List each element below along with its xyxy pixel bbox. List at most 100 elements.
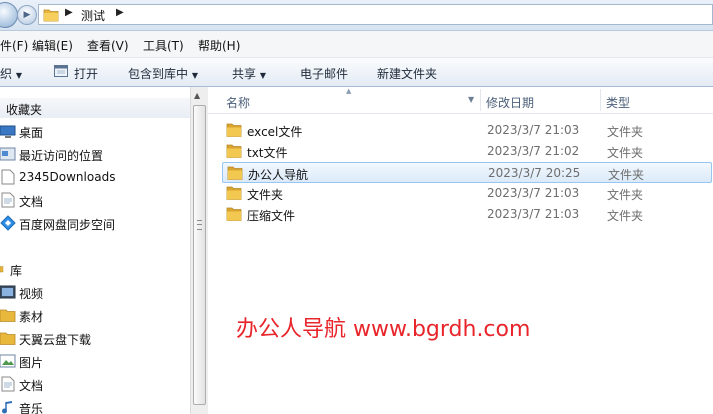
- document-icon: [1, 376, 15, 392]
- favorites-header[interactable]: 收藏夹: [0, 98, 190, 118]
- table-row[interactable]: 压缩文件 2023/3/7 21:03 文件夹: [222, 204, 712, 225]
- file-date: 2023/3/7 21:03: [487, 123, 580, 137]
- address-field[interactable]: ▶ 测试 ▶: [38, 4, 713, 25]
- menu-view[interactable]: 查看(V): [87, 37, 129, 54]
- chevron-right-icon[interactable]: ▶: [65, 7, 73, 18]
- nav-item-label: 视频: [19, 287, 44, 301]
- libraries-label: 库: [10, 264, 23, 278]
- column-header-row: ▲ 名称 ▼ 修改日期 类型: [208, 87, 713, 114]
- table-row[interactable]: txt文件 2023/3/7 21:02 文件夹: [222, 141, 712, 162]
- table-row[interactable]: 办公人导航 2023/3/7 20:25 文件夹: [222, 162, 712, 183]
- grip-icon: [197, 220, 202, 230]
- chevron-down-icon: ▼: [191, 71, 198, 80]
- file-date: 2023/3/7 21:03: [487, 186, 580, 200]
- file-date: 2023/3/7 21:02: [487, 144, 580, 158]
- watermark-text: 办公人导航 www.bgrdh.com: [236, 317, 531, 342]
- menu-bar: 件(F) 编辑(E) 查看(V) 工具(T) 帮助(H): [0, 31, 713, 58]
- file-name: 压缩文件: [247, 209, 296, 223]
- include-in-library-button[interactable]: 包含到库中 ▼: [128, 65, 198, 82]
- nav-scrollbar[interactable]: ▲: [190, 87, 208, 414]
- file-type: 文件夹: [607, 146, 644, 160]
- email-button[interactable]: 电子邮件: [300, 65, 348, 82]
- folder-icon: [226, 186, 242, 200]
- recent-places-icon: [0, 147, 16, 161]
- nav-item-label: 音乐: [19, 402, 44, 414]
- nav-item-desktop[interactable]: 桌面: [0, 121, 190, 141]
- chevron-down-icon: ▼: [15, 71, 22, 80]
- organize-label: 织: [0, 67, 13, 81]
- file-date: 2023/3/7 21:03: [487, 207, 580, 221]
- share-label: 共享: [232, 67, 257, 81]
- folder-icon: [226, 144, 242, 158]
- folder-icon: [226, 207, 242, 221]
- table-row[interactable]: excel文件 2023/3/7 21:03 文件夹: [222, 120, 712, 141]
- nav-item-label: 文档: [19, 195, 44, 209]
- column-header-date[interactable]: 修改日期: [486, 94, 534, 111]
- video-icon: [0, 285, 16, 299]
- share-button[interactable]: 共享 ▼: [232, 65, 266, 82]
- file-list: ▲ 名称 ▼ 修改日期 类型 excel文件 2023/3/7 21:03 文件…: [208, 87, 713, 414]
- nav-item-label: 素材: [19, 310, 44, 324]
- folder-icon: [0, 332, 16, 345]
- breadcrumb[interactable]: 测试: [81, 7, 105, 24]
- desktop-icon: [0, 125, 16, 138]
- back-button[interactable]: [0, 2, 18, 28]
- file-name: 文件夹: [247, 188, 284, 202]
- nav-item-pictures[interactable]: 图片: [0, 351, 190, 371]
- column-header-type[interactable]: 类型: [606, 94, 630, 111]
- column-header-name[interactable]: 名称: [226, 94, 250, 111]
- sort-arrow-icon: ▲: [346, 87, 352, 95]
- open-button[interactable]: 打开: [74, 65, 98, 82]
- column-divider[interactable]: [600, 89, 601, 111]
- chevron-right-icon[interactable]: ▶: [116, 7, 124, 18]
- nav-item-label: 文档: [19, 379, 44, 393]
- nav-item-materials[interactable]: 素材: [0, 305, 190, 325]
- nav-item-label: 2345Downloads: [19, 170, 116, 184]
- nav-item-label: 图片: [19, 356, 44, 370]
- open-icon: [54, 65, 68, 77]
- scroll-up-arrow-icon[interactable]: ▲: [194, 91, 200, 100]
- nav-item-videos[interactable]: 视频: [0, 282, 190, 302]
- nav-item-tianyi-downloads[interactable]: 天翼云盘下载: [0, 328, 190, 348]
- favorites-label: 收藏夹: [6, 103, 43, 117]
- folder-icon: [43, 9, 59, 22]
- new-folder-button[interactable]: 新建文件夹: [377, 65, 437, 82]
- address-bar: ▶ ▶ 测试 ▶: [0, 0, 713, 31]
- folder-icon: [226, 123, 242, 137]
- column-divider[interactable]: [480, 89, 481, 111]
- nav-item-label: 百度网盘同步空间: [19, 218, 116, 232]
- nav-item-library-documents[interactable]: 文档: [0, 374, 190, 394]
- menu-file[interactable]: 件(F): [0, 37, 28, 54]
- file-type: 文件夹: [608, 168, 645, 182]
- document-icon: [1, 169, 15, 185]
- navigation-pane: 收藏夹 桌面 最近访问的位置 2345Downloads 文档 百度网盘同步空间: [0, 87, 190, 414]
- nav-item-label: 最近访问的位置: [19, 149, 104, 163]
- table-row[interactable]: 文件夹 2023/3/7 21:03 文件夹: [222, 183, 712, 204]
- chevron-down-icon[interactable]: ▼: [468, 95, 474, 104]
- file-name: 办公人导航: [248, 168, 309, 182]
- include-in-library-label: 包含到库中: [128, 67, 189, 81]
- document-icon: [1, 192, 15, 208]
- menu-tools[interactable]: 工具(T): [143, 37, 184, 54]
- menu-help[interactable]: 帮助(H): [198, 37, 240, 54]
- menu-edit[interactable]: 编辑(E): [32, 37, 73, 54]
- file-type: 文件夹: [607, 125, 644, 139]
- nav-item-baidu-sync[interactable]: 百度网盘同步空间: [0, 213, 190, 233]
- nav-item-label: 天翼云盘下载: [19, 333, 92, 347]
- music-icon: [2, 401, 12, 414]
- forward-button[interactable]: ▶: [17, 5, 37, 25]
- chevron-down-icon: ▼: [259, 71, 266, 80]
- libraries-header[interactable]: 库: [0, 259, 190, 279]
- nav-item-label: 桌面: [19, 126, 44, 140]
- file-type: 文件夹: [607, 188, 644, 202]
- nav-item-music[interactable]: 音乐: [0, 397, 190, 414]
- scroll-thumb[interactable]: [193, 105, 206, 405]
- nav-item-recent-places[interactable]: 最近访问的位置: [0, 144, 190, 164]
- library-icon: [0, 266, 4, 273]
- nav-item-documents[interactable]: 文档: [0, 190, 190, 210]
- file-type: 文件夹: [607, 209, 644, 223]
- sync-icon: [0, 215, 16, 231]
- folder-icon: [227, 166, 243, 180]
- nav-item-downloads[interactable]: 2345Downloads: [0, 167, 190, 187]
- organize-button[interactable]: 织 ▼: [0, 65, 22, 82]
